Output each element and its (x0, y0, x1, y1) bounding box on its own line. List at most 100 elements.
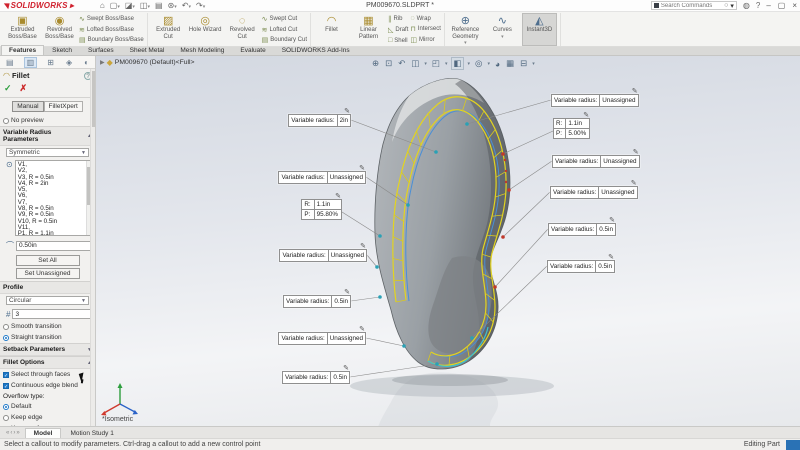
callout-variable-radius-unassigned[interactable]: ✎ Variable radius: Unassigned (550, 180, 638, 199)
print-icon[interactable]: ▤ (155, 1, 163, 10)
callout-variable-radius-unassigned[interactable]: ✎ Variable radius: Unassigned (279, 243, 367, 262)
callout-value[interactable]: 0.5in (331, 296, 350, 307)
edit-pencil-icon[interactable]: ✎ (344, 107, 350, 115)
overflow-keep-surface-row[interactable]: Keep surface (0, 423, 95, 426)
list-item[interactable]: P1, R = 1.1in (18, 230, 84, 235)
set-all-button[interactable]: Set All (15, 255, 80, 266)
select-through-faces-checkbox[interactable]: ✓ (3, 371, 9, 379)
draft-button[interactable]: ◺ Draft (388, 26, 408, 34)
set-unassigned-button[interactable]: Set Unassigned (15, 268, 80, 279)
panel-scrollbar[interactable] (90, 69, 95, 426)
edit-pencil-icon[interactable]: ✎ (335, 192, 341, 200)
search-commands-box[interactable]: ○ ▾ (650, 1, 737, 10)
r-value[interactable]: 1.1in (566, 119, 590, 129)
radius-input[interactable] (17, 241, 95, 250)
callout-value[interactable]: 2in (336, 115, 350, 126)
fillet-options-header[interactable]: Fillet Options ▲ (0, 356, 95, 369)
manual-mode-button[interactable]: Manual (12, 101, 44, 112)
flyout-feature-tree[interactable]: ▶ ◆ PM009670 (Default)<Full> (100, 58, 195, 67)
boundary-cut-button[interactable]: ▤ Boundary Cut (262, 36, 307, 44)
tab-surfaces[interactable]: Surfaces (80, 45, 122, 55)
profile-dropdown[interactable]: Circular ▼ (6, 296, 89, 305)
search-caret-icon[interactable]: ▾ (730, 2, 734, 10)
continuous-edge-blend-checkbox[interactable]: ✓ (3, 382, 9, 390)
edit-pencil-icon[interactable]: ✎ (631, 179, 637, 187)
callout-variable-radius-05in[interactable]: ✎ Variable radius: 0.5in (282, 365, 350, 384)
overflow-default-row[interactable]: Default (0, 401, 95, 412)
zoom-to-fit-icon[interactable]: ⊕ (371, 58, 380, 69)
callout-variable-radius-unassigned[interactable]: ✎ Variable radius: Unassigned (551, 88, 639, 107)
edit-pencil-icon[interactable]: ✎ (359, 325, 365, 333)
rib-button[interactable]: ∥ Rib (388, 15, 408, 23)
setback-parameters-header[interactable]: Setback Parameters ▼ (0, 343, 95, 356)
view-orientation-icon[interactable]: ◰ (431, 58, 441, 69)
apply-scene-icon[interactable]: ▦ (505, 58, 515, 69)
propertymanager-tab-icon[interactable]: ▥ (23, 56, 38, 68)
callout-value[interactable]: Unassigned (326, 172, 365, 183)
revolved-cut-button[interactable]: ◌ Revolved Cut (225, 13, 260, 46)
edit-pencil-icon[interactable]: ✎ (583, 111, 589, 119)
undo-icon[interactable]: ↶▾ (182, 1, 191, 10)
callout-value[interactable]: Unassigned (600, 156, 638, 167)
configurationmanager-tab-icon[interactable]: ⊞ (45, 58, 56, 67)
callout-radius-percent-right[interactable]: ✎ R: 1.1in P: 5.00% (553, 112, 591, 139)
revolved-boss-base-button[interactable]: ◉ Revolved Boss/Base (42, 13, 77, 46)
redo-icon[interactable]: ↷▾ (196, 1, 205, 10)
smooth-transition-row[interactable]: Smooth transition (0, 321, 95, 332)
swept-boss-base-button[interactable]: ∿ Swept Boss/Base (79, 15, 144, 23)
overflow-keep-edge-radio[interactable] (3, 414, 9, 421)
model-tab[interactable]: Model (24, 428, 62, 438)
zoom-to-area-icon[interactable]: ⊡ (384, 58, 393, 69)
hole-wizard-button[interactable]: ◎ Hole Wizard (188, 13, 223, 46)
ok-checkmark-button[interactable]: ✓ (4, 83, 12, 94)
hide-show-items-icon[interactable]: ◎ (474, 58, 483, 69)
lofted-cut-button[interactable]: ≋ Lofted Cut (262, 26, 307, 34)
mirror-button[interactable]: ◫ Mirror (410, 36, 440, 44)
reference-geometry-button[interactable]: ⊕ Reference Geometry ▾ (448, 13, 483, 46)
callout-variable-radius-unassigned[interactable]: ✎ Variable radius: Unassigned (278, 326, 366, 345)
smooth-transition-radio[interactable] (3, 323, 9, 330)
callout-value[interactable]: Unassigned (598, 187, 636, 198)
callout-variable-radius-unassigned[interactable]: ✎ Variable radius: Unassigned (552, 149, 640, 168)
instances-input[interactable] (13, 310, 95, 318)
profile-header[interactable]: Profile (0, 281, 95, 294)
intersect-button[interactable]: ⊓ Intersect (410, 25, 440, 33)
featuremanager-tab-icon[interactable]: ▤ (4, 58, 16, 67)
search-input[interactable] (660, 2, 723, 9)
variable-radius-list[interactable]: V1, V2, V3, R = 0.5in V4, R = 2in V5, V6… (14, 160, 91, 236)
filletxpert-mode-button[interactable]: FilletXpert (43, 101, 83, 112)
new-file-icon[interactable]: ▢▾ (110, 1, 120, 10)
wrap-button[interactable]: ◌ Wrap (410, 15, 440, 22)
swept-cut-button[interactable]: ∿ Swept Cut (262, 15, 307, 23)
tab-evaluate[interactable]: Evaluate (232, 45, 273, 55)
r-value[interactable]: 1.1in (314, 200, 341, 210)
callout-value[interactable]: Unassigned (327, 250, 366, 261)
logo-caret-icon[interactable]: ▸ (70, 1, 74, 10)
edit-pencil-icon[interactable]: ✎ (633, 148, 639, 156)
tab-mesh-modeling[interactable]: Mesh Modeling (172, 45, 232, 55)
no-preview-radio[interactable] (3, 117, 9, 124)
graphics-area[interactable]: ▶ ◆ PM009670 (Default)<Full> ⊕ ⊡ ↶ ◫ ▾ ◰ ▾… (96, 56, 800, 426)
view-settings-icon[interactable]: ⊟ (519, 58, 528, 69)
tab-solidworks-add-ins[interactable]: SOLIDWORKS Add-Ins (274, 45, 358, 55)
linear-pattern-button[interactable]: ▦ Linear Pattern (351, 13, 386, 46)
edit-pencil-icon[interactable]: ✎ (359, 164, 365, 172)
fillet-button[interactable]: ◠ Fillet (314, 13, 349, 46)
extruded-cut-button[interactable]: ▨ Extruded Cut (151, 13, 186, 46)
display-style-icon[interactable]: ◧ (451, 57, 464, 70)
displaymanager-tab-icon[interactable]: ◐ (82, 58, 91, 67)
callout-value[interactable]: Unassigned (599, 95, 637, 106)
edit-appearance-icon[interactable]: ◕ (494, 59, 501, 69)
close-button[interactable]: × (792, 1, 797, 10)
lofted-boss-base-button[interactable]: ≋ Lofted Boss/Base (79, 26, 144, 34)
straight-transition-radio[interactable] (3, 334, 9, 341)
callout-value[interactable]: Unassigned (326, 333, 365, 344)
callout-value[interactable]: 0.5in (595, 261, 614, 272)
edit-pencil-icon[interactable]: ✎ (608, 253, 614, 261)
tab-scroll-arrows[interactable]: «‹›» (2, 430, 25, 436)
callout-variable-radius-unassigned[interactable]: ✎ Variable radius: Unassigned (278, 165, 366, 184)
overflow-keep-edge-row[interactable]: Keep edge (0, 412, 95, 423)
p-value[interactable]: 95.80% (315, 210, 341, 219)
tab-sketch[interactable]: Sketch (44, 45, 80, 55)
model-scene[interactable] (96, 56, 800, 426)
